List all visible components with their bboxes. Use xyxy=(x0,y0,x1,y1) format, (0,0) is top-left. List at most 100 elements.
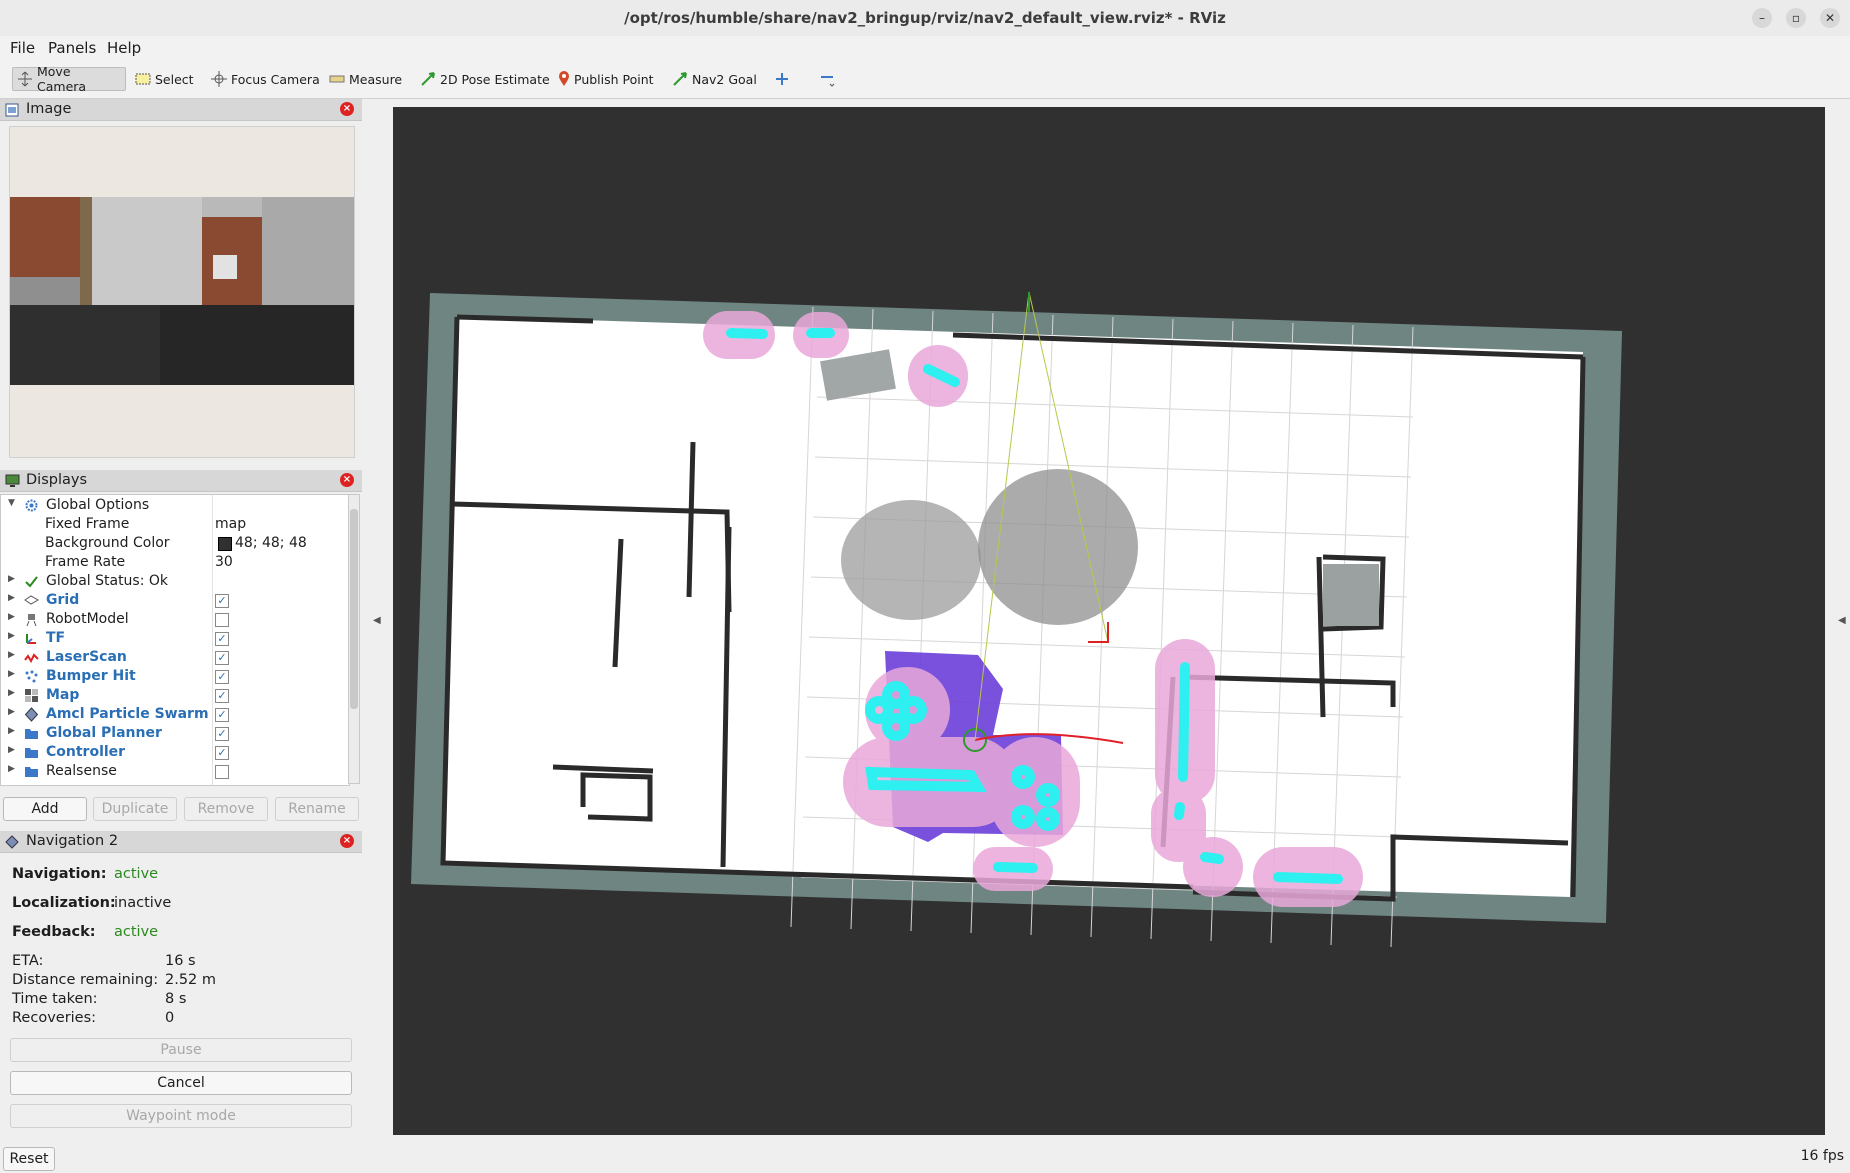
global-planner-checkbox[interactable]: ✓ xyxy=(215,727,229,741)
eta-label: ETA: xyxy=(12,953,44,969)
eta-value: 16 s xyxy=(165,953,196,969)
select-tool[interactable]: Select xyxy=(131,67,198,91)
tree-row-robotmodel[interactable]: ▶ RobotModel xyxy=(1,610,349,629)
map-checkbox[interactable]: ✓ xyxy=(215,689,229,703)
tree-label: Controller xyxy=(46,744,126,760)
expand-arrow-icon[interactable]: ▶ xyxy=(8,593,15,603)
tf-checkbox[interactable]: ✓ xyxy=(215,632,229,646)
menu-file[interactable]: File xyxy=(10,39,35,57)
menu-bar: File Panels Help xyxy=(0,36,1850,60)
expand-arrow-icon[interactable]: ▶ xyxy=(8,707,15,717)
axes-icon xyxy=(26,634,36,644)
map-render[interactable] xyxy=(393,107,1825,1135)
publish-point-tool[interactable]: Publish Point xyxy=(554,67,658,91)
remove-display-button[interactable]: Remove xyxy=(184,797,268,821)
expand-arrow-icon[interactable]: ▶ xyxy=(8,669,15,679)
focus-camera-tool[interactable]: Focus Camera xyxy=(207,67,324,91)
recoveries-label: Recoveries: xyxy=(12,1010,97,1026)
left-splitter-arrow-icon[interactable]: ◀ xyxy=(373,615,381,626)
tree-row-amcl-particle-swarm[interactable]: ▶ Amcl Particle Swarm ✓ xyxy=(1,705,349,724)
3d-viewport[interactable] xyxy=(393,107,1825,1135)
monitor-icon xyxy=(5,474,20,487)
tree-row-realsense[interactable]: ▶ Realsense xyxy=(1,762,349,781)
remove-tool-button[interactable] xyxy=(814,67,840,91)
realsense-checkbox[interactable] xyxy=(215,765,229,779)
obstacle-shade xyxy=(1323,564,1379,626)
tree-scrollbar[interactable] xyxy=(348,494,360,784)
frame-rate-value[interactable]: 30 xyxy=(215,554,233,570)
add-display-button[interactable]: Add xyxy=(3,797,87,821)
tree-row-laserscan[interactable]: ▶ LaserScan ✓ xyxy=(1,648,349,667)
right-splitter-arrow-icon[interactable]: ◀ xyxy=(1838,615,1846,626)
time-taken-value: 8 s xyxy=(165,991,187,1007)
tree-row-controller[interactable]: ▶ Controller ✓ xyxy=(1,743,349,762)
grid-checkbox[interactable]: ✓ xyxy=(215,594,229,608)
minimize-button[interactable]: – xyxy=(1752,8,1772,28)
expand-arrow-icon[interactable]: ▶ xyxy=(8,574,15,584)
toolbar: Move Camera Select Focus Camera Measure … xyxy=(0,60,1850,99)
camera-image-view xyxy=(9,126,355,458)
focus-camera-icon xyxy=(211,71,227,87)
fixed-frame-value[interactable]: map xyxy=(215,516,246,532)
tree-label: Global Status: Ok xyxy=(46,573,169,589)
measure-tool[interactable]: Measure xyxy=(325,67,406,91)
displays-panel-header: Displays × xyxy=(0,470,362,492)
waypoint-mode-button[interactable]: Waypoint mode xyxy=(10,1104,352,1128)
tree-label: Global Planner xyxy=(46,725,162,741)
pause-button[interactable]: Pause xyxy=(10,1038,352,1062)
expand-arrow-icon[interactable]: ▶ xyxy=(8,726,15,736)
displays-panel-close-icon[interactable]: × xyxy=(340,473,354,487)
menu-help[interactable]: Help xyxy=(107,39,141,57)
expand-arrow-icon[interactable]: ▶ xyxy=(8,650,15,660)
cancel-button[interactable]: Cancel xyxy=(10,1071,352,1095)
scrollbar-thumb[interactable] xyxy=(350,509,358,709)
expand-arrow-icon[interactable]: ▶ xyxy=(8,612,15,622)
tree-row-grid[interactable]: ▶ Grid ✓ xyxy=(1,591,349,610)
reset-button[interactable]: Reset xyxy=(3,1147,55,1171)
tree-row-global-status[interactable]: ▶ Global Status: Ok xyxy=(1,572,349,591)
color-swatch[interactable] xyxy=(218,537,232,551)
time-taken-label: Time taken: xyxy=(12,991,98,1007)
tree-row-bumper-hit[interactable]: ▶ Bumper Hit ✓ xyxy=(1,667,349,686)
scan-blob xyxy=(978,469,1138,625)
duplicate-display-button[interactable]: Duplicate xyxy=(93,797,177,821)
expand-arrow-icon[interactable]: ▶ xyxy=(8,764,15,774)
laserscan-checkbox[interactable]: ✓ xyxy=(215,651,229,665)
localization-label: Localization: xyxy=(12,895,116,911)
menu-panels[interactable]: Panels xyxy=(48,39,96,57)
recoveries-value: 0 xyxy=(165,1010,175,1026)
add-tool-button[interactable] xyxy=(770,67,794,91)
image-panel-title: Image xyxy=(26,101,72,117)
maximize-button[interactable]: ▫ xyxy=(1786,8,1806,28)
controller-checkbox[interactable]: ✓ xyxy=(215,746,229,760)
expand-arrow-icon[interactable]: ▶ xyxy=(8,631,15,641)
laser-icon xyxy=(24,653,39,664)
title-bar: /opt/ros/humble/share/nav2_bringup/rviz/… xyxy=(0,0,1850,37)
nav2-goal-tool[interactable]: Nav2 Goal xyxy=(668,67,761,91)
amcl-checkbox[interactable]: ✓ xyxy=(215,708,229,722)
rename-display-button[interactable]: Rename xyxy=(275,797,359,821)
background-color-value[interactable]: 48; 48; 48 xyxy=(235,535,307,551)
tree-row-global-planner[interactable]: ▶ Global Planner ✓ xyxy=(1,724,349,743)
goal-arrow-icon xyxy=(673,72,687,86)
navigation-panel-close-icon[interactable]: × xyxy=(340,834,354,848)
navigation-panel-header: Navigation 2 × xyxy=(0,831,362,853)
expand-arrow-icon[interactable]: ▶ xyxy=(8,688,15,698)
map-icon xyxy=(25,689,38,702)
collapse-arrow-icon[interactable]: ▼ xyxy=(8,498,15,508)
move-camera-tool[interactable]: Move Camera xyxy=(12,64,126,94)
tree-row-tf[interactable]: ▶ TF ✓ xyxy=(1,629,349,648)
robotmodel-checkbox[interactable] xyxy=(215,613,229,627)
tree-row-map[interactable]: ▶ Map ✓ xyxy=(1,686,349,705)
close-window-button[interactable]: ✕ xyxy=(1820,8,1840,28)
image-panel-close-icon[interactable]: × xyxy=(340,102,354,116)
window-title: /opt/ros/humble/share/nav2_bringup/rviz/… xyxy=(624,9,1226,27)
pose-estimate-tool[interactable]: 2D Pose Estimate xyxy=(416,67,554,91)
tree-label: Global Options xyxy=(46,497,150,513)
bumper-hit-checkbox[interactable]: ✓ xyxy=(215,670,229,684)
tree-row-fixed-frame[interactable]: Fixed Frame map xyxy=(1,515,349,534)
tree-row-background-color[interactable]: Background Color 48; 48; 48 xyxy=(1,534,349,553)
expand-arrow-icon[interactable]: ▶ xyxy=(8,745,15,755)
tree-row-global-options[interactable]: ▼ Global Options xyxy=(1,496,349,515)
tree-row-frame-rate[interactable]: Frame Rate 30 xyxy=(1,553,349,572)
